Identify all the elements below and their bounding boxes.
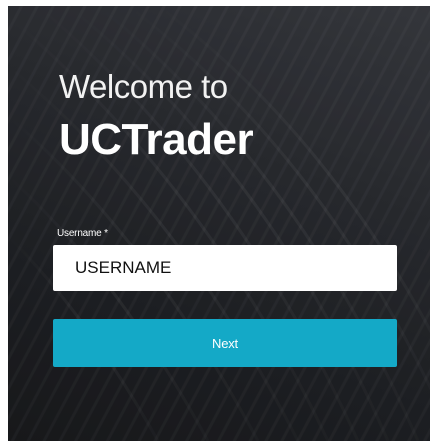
- username-input[interactable]: [53, 245, 397, 291]
- welcome-heading: Welcome to: [59, 68, 228, 105]
- login-panel: Welcome to UCTrader Username * Next: [8, 6, 430, 441]
- brand-title: UCTrader: [59, 115, 254, 164]
- username-label: Username *: [57, 228, 108, 239]
- next-button[interactable]: Next: [53, 319, 397, 367]
